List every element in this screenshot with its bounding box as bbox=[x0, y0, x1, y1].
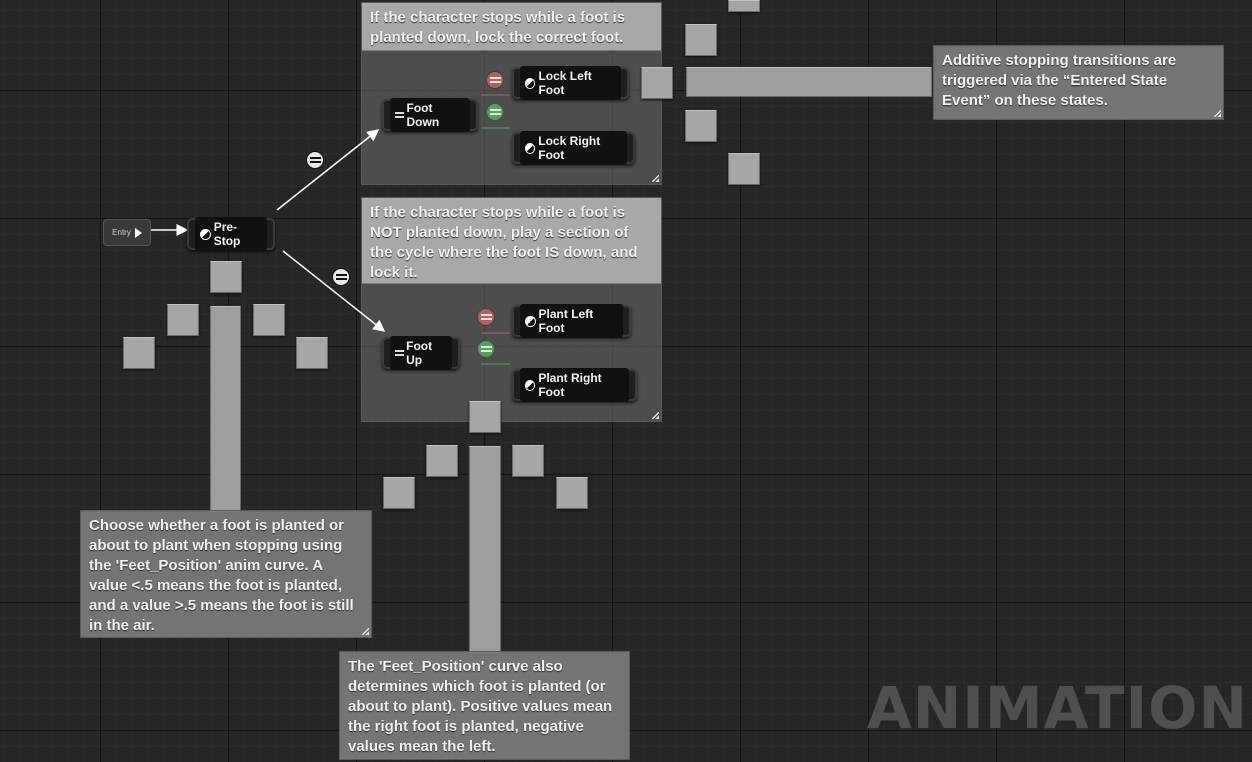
transition-rule-icon[interactable] bbox=[306, 151, 324, 169]
state-icon bbox=[525, 315, 536, 327]
graph-watermark: ANIMATION bbox=[866, 674, 1248, 742]
decor-block bbox=[296, 337, 328, 369]
comment-feet-position-which[interactable]: The 'Feet_Position' curve also determine… bbox=[339, 651, 630, 760]
node-label: Lock Left Foot bbox=[538, 69, 592, 97]
anim-graph-canvas[interactable]: If the character stops while a foot is p… bbox=[0, 0, 1252, 760]
resize-grip-icon[interactable] bbox=[652, 175, 659, 182]
decor-block bbox=[426, 445, 458, 477]
decor-block bbox=[728, 153, 760, 185]
resize-grip-icon[interactable] bbox=[652, 412, 659, 419]
comment-text-feet-planted: Choose whether a foot is planted or abou… bbox=[89, 517, 354, 634]
node-label: Lock Right Foot bbox=[538, 134, 601, 162]
transition-rule-icon[interactable] bbox=[477, 308, 495, 326]
decor-block bbox=[253, 304, 285, 336]
state-icon bbox=[525, 77, 536, 89]
resize-grip-icon[interactable] bbox=[1214, 110, 1221, 117]
comment-text-additive: Additive stopping transitions are trigge… bbox=[942, 52, 1177, 109]
decor-block bbox=[210, 261, 242, 293]
state-icon bbox=[525, 379, 536, 391]
decor-bar bbox=[210, 306, 241, 512]
state-node-lock-right-foot[interactable]: Lock Right Foot bbox=[512, 131, 635, 165]
play-arrow-icon bbox=[134, 227, 142, 238]
decor-block bbox=[167, 304, 199, 336]
conduit-icon bbox=[395, 349, 405, 357]
conduit-node-foot-up[interactable]: Foot Up bbox=[382, 336, 460, 370]
decor-block bbox=[383, 477, 415, 509]
decor-bar bbox=[686, 67, 932, 97]
state-icon bbox=[525, 142, 536, 154]
state-node-pre-stop[interactable]: Pre-Stop bbox=[187, 217, 275, 251]
comment-additive-transitions[interactable]: Additive stopping transitions are trigge… bbox=[933, 45, 1224, 120]
decor-block bbox=[512, 445, 544, 477]
decor-block bbox=[556, 477, 588, 509]
decor-block bbox=[685, 110, 717, 142]
comment-text-feet-which: The 'Feet_Position' curve also determine… bbox=[348, 658, 613, 755]
decor-block bbox=[469, 401, 501, 433]
transition-rule-icon[interactable] bbox=[332, 268, 350, 286]
decor-bar bbox=[469, 446, 501, 653]
decor-block bbox=[728, 0, 760, 12]
conduit-node-foot-down[interactable]: Foot Down bbox=[382, 98, 478, 132]
node-label: Plant Left Foot bbox=[538, 307, 594, 335]
transition-rule-icon[interactable] bbox=[486, 103, 504, 121]
node-label: Foot Down bbox=[406, 101, 440, 129]
entry-label: Entry bbox=[112, 228, 131, 237]
node-label: Foot Up bbox=[406, 339, 433, 367]
comment-feet-position-planted[interactable]: Choose whether a foot is planted or abou… bbox=[80, 510, 372, 638]
node-label: Pre-Stop bbox=[213, 220, 241, 248]
state-icon bbox=[200, 228, 211, 240]
conduit-icon bbox=[395, 111, 404, 119]
state-node-plant-left-foot[interactable]: Plant Left Foot bbox=[512, 304, 631, 338]
comment-text-bottom-state: If the character stops while a foot is N… bbox=[370, 204, 638, 281]
transition-rule-icon[interactable] bbox=[486, 71, 504, 89]
decor-block bbox=[685, 24, 717, 56]
state-node-lock-left-foot[interactable]: Lock Left Foot bbox=[512, 66, 629, 100]
decor-block bbox=[641, 67, 673, 99]
node-label: Plant Right Foot bbox=[538, 371, 602, 399]
entry-node[interactable]: Entry bbox=[103, 219, 151, 246]
comment-text-top-state: If the character stops while a foot is p… bbox=[370, 9, 626, 46]
decor-block bbox=[123, 337, 155, 369]
transition-rule-icon[interactable] bbox=[477, 340, 495, 358]
resize-grip-icon[interactable] bbox=[362, 628, 369, 635]
state-node-plant-right-foot[interactable]: Plant Right Foot bbox=[512, 368, 637, 402]
